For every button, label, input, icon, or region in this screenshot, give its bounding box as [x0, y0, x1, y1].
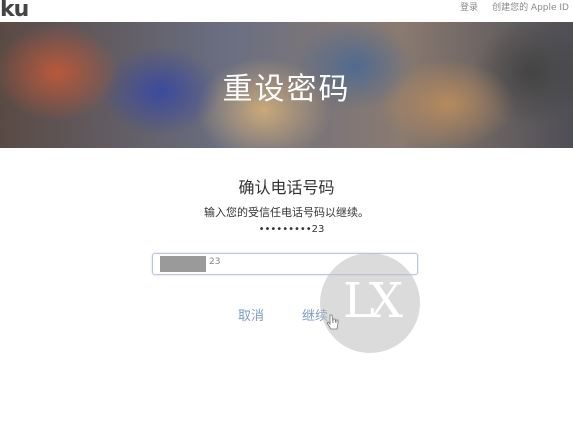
top-nav: 登录 创建您的 Apple ID — [460, 0, 569, 13]
redacted-digits — [160, 256, 206, 272]
watermark-logo: LX — [320, 253, 420, 353]
cancel-button[interactable]: 取消 — [238, 305, 264, 324]
nav-link-create-id[interactable]: 创建您的 Apple ID — [492, 0, 569, 13]
instruction-text: 输入您的受信任电话号码以继续。 — [204, 206, 369, 219]
hero-banner: 重设密码 — [0, 22, 573, 148]
hand-cursor-icon — [326, 314, 339, 330]
section-heading: 确认电话号码 — [238, 178, 335, 197]
page-title: 重设密码 — [222, 72, 351, 107]
masked-phone-number: •••••••••23 — [258, 224, 325, 235]
top-bar: ku 登录 创建您的 Apple ID — [0, 0, 573, 22]
nav-link-signin[interactable]: 登录 — [460, 0, 478, 13]
site-logo[interactable]: ku — [0, 0, 29, 22]
input-value-suffix: 23 — [209, 257, 221, 267]
